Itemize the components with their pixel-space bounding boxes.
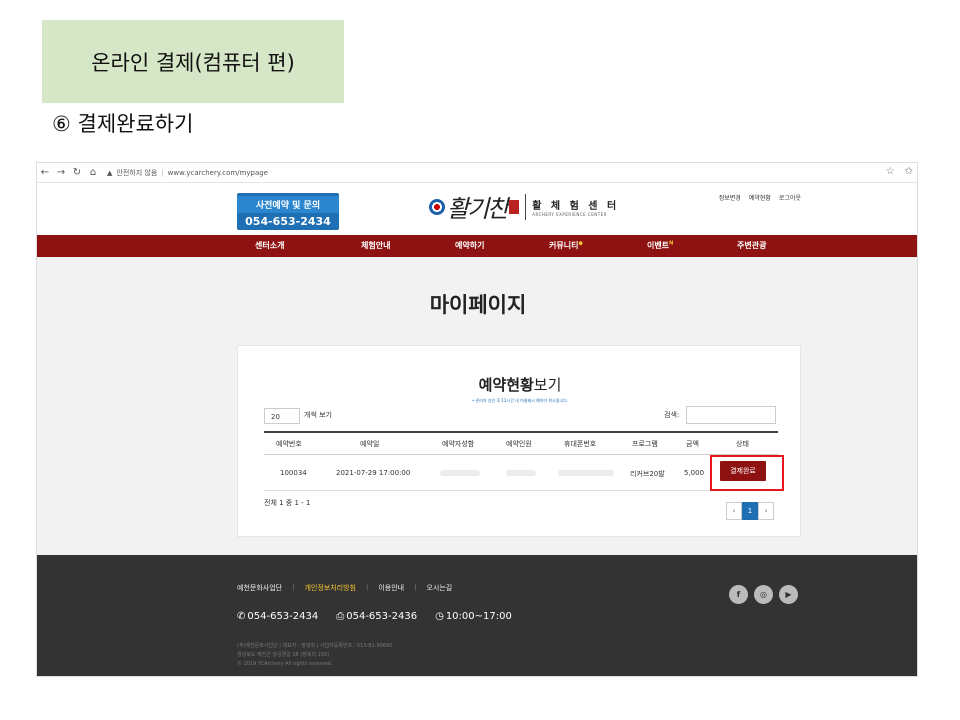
logo-brand: 활 체 험 센 터 ARCHERY EXPERIENCE CENTER [532,197,619,217]
contact-phone: 054-653-2434 [245,215,331,228]
step-caption: ⑥ 결제완료하기 [52,112,194,136]
search-label: 검색: [664,411,680,419]
menu-event[interactable]: 이벤트N [647,240,673,251]
slide: 온라인 결제(컴퓨터 편) ⑥ 결제완료하기 ← → ↻ ⌂ ▲ 안전하지 않음… [0,0,960,720]
prev-page-button[interactable]: ‹ [726,502,742,520]
cell-reservation-date: 2021-07-29 17:00:00 [336,469,411,477]
footer-link-company[interactable]: 예천문화사업단 [237,583,282,593]
browser-screenshot: ← → ↻ ⌂ ▲ 안전하지 않음 | www.ycarchery.com/my… [36,162,918,677]
footer-fax: ⎙ 054-653-2436 [336,611,418,622]
menu-reservation[interactable]: 예약하기 [455,240,484,251]
page-title: 마이페이지 [429,293,527,317]
footer-links: 예천문화사업단 | 개인정보처리방침 | 이용안내 | 오시는길 [237,583,452,593]
col-status: 상태 [736,440,749,448]
facebook-icon[interactable]: f [729,585,748,604]
back-icon[interactable]: ← [37,167,53,178]
footer-link-privacy[interactable]: 개인정보처리방침 [304,583,356,593]
search-input[interactable] [686,406,776,424]
logo-divider [525,193,527,220]
link-reservation-status[interactable]: 예약현황 [749,193,771,202]
slide-title: 온라인 결제(컴퓨터 편) [91,50,295,75]
logo-seal-icon [509,199,520,214]
footer-company-info: (주)예천문화사업단 | 대표자 : 장영희 | 사업자등록번호 : 513-8… [237,643,393,649]
main-menu: 센터소개 체험안내 예약하기 커뮤니티● 이벤트N 주변관광 [37,235,917,257]
youtube-icon[interactable]: ▶ [779,585,798,604]
reservation-title: 예약현황보기 [478,376,562,394]
cell-people-blurred [506,470,536,476]
footer-separator: | [292,583,295,591]
footer-info: (주)예천문화사업단 | 대표자 : 장영희 | 사업자등록번호 : 513-8… [237,642,392,669]
site-header: 사전예약 및 문의 054-653-2434 활기찬 활 체 험 센 터 ARC… [37,183,917,235]
cell-reservation-no: 100034 [280,469,307,477]
link-logout[interactable]: 로그아웃 [779,193,801,202]
pagination: ‹ 1 › [726,502,774,520]
cell-program: 리커브20발 [630,470,665,478]
reservation-note: • 관리자 승인 후 12시간 내 미결제시 예약이 취소됩니다. [471,398,569,403]
footer-separator: | [365,583,369,591]
col-name: 예약자성함 [442,440,475,448]
logo-script: 활기찬 [447,195,509,223]
next-page-button[interactable]: › [758,502,774,520]
instagram-icon[interactable]: ◎ [754,585,773,604]
menu-community[interactable]: 커뮤니티● [549,240,583,251]
link-edit-profile[interactable]: 정보변경 [719,193,741,202]
total-count: 전체 1 중 1 - 1 [264,499,311,507]
archery-target-icon [429,198,445,215]
col-reservation-date: 예약일 [360,440,380,448]
table-header: 예약번호 예약일 예약자성함 예약인원 휴대폰번호 프로그램 금액 상태 [264,431,778,455]
security-label: 안전하지 않음 [116,168,158,177]
col-people: 예약인원 [506,440,532,448]
new-badge-icon: ● [578,240,583,247]
cell-amount: 5,000 [684,469,705,477]
home-icon[interactable]: ⌂ [85,167,101,178]
col-amount: 금액 [686,440,699,448]
fax-icon: ⎙ [336,611,345,622]
menu-nearby-tourism[interactable]: 주변관광 [737,240,766,251]
brand-subtitle: ARCHERY EXPERIENCE CENTER [532,211,607,217]
col-program: 프로그램 [632,440,658,448]
highlight-box [710,455,784,491]
menu-center-intro[interactable]: 센터소개 [255,240,284,251]
footer-link-directions[interactable]: 오시는길 [426,583,452,593]
col-phone: 휴대폰번호 [564,440,597,448]
new-badge-icon: N [669,240,674,247]
address-bar[interactable]: ▲ 안전하지 않음 | www.ycarchery.com/mypage [107,168,268,178]
brand-name: 활 체 험 센 터 [532,200,620,212]
favorites-icon[interactable]: ✩ [905,166,913,177]
social-links: f ◎ ▶ [729,585,798,604]
cell-phone-blurred [558,470,614,476]
col-reservation-no: 예약번호 [276,440,302,448]
per-page-select[interactable]: 20 [264,408,300,424]
site-logo[interactable]: 활기찬 활 체 험 센 터 ARCHERY EXPERIENCE CENTER [429,189,619,224]
footer-copyright: © 2019 YCArchery All rights reserved. [237,661,333,667]
url-separator: | [161,168,164,177]
menu-experience-guide[interactable]: 체험안내 [361,240,390,251]
reload-icon[interactable]: ↻ [69,167,85,178]
footer-separator: | [414,583,417,591]
footer-phone: ✆ 054-653-2434 [237,611,319,622]
footer-address: 경상북도 예천군 양궁경길 38 (청복리 150) [237,652,330,658]
per-page-label: 개씩 보기 [304,411,332,419]
cell-name-blurred [440,470,480,476]
site-footer: 예천문화사업단 | 개인정보처리방침 | 이용안내 | 오시는길 ✆ 054-65… [37,555,917,676]
favorite-add-icon[interactable]: ☆ [886,166,895,177]
contact-title: 사전예약 및 문의 [237,196,339,213]
reservation-table: 예약번호 예약일 예약자성함 예약인원 휴대폰번호 프로그램 금액 상태 100… [264,431,784,491]
slide-title-box: 온라인 결제(컴퓨터 편) [42,20,344,103]
contact-banner[interactable]: 사전예약 및 문의 054-653-2434 [237,193,339,230]
reservation-card: 예약현황보기 • 관리자 승인 후 12시간 내 미결제시 예약이 취소됩니다.… [237,345,801,537]
footer-hours: ◷ 10:00~17:00 [435,611,512,622]
phone-icon: ✆ [237,611,246,622]
table-row: 100034 2021-07-29 17:00:00 리커브20발 5,000 … [264,455,784,491]
clock-icon: ◷ [435,611,444,622]
page-1-button[interactable]: 1 [742,502,758,520]
footer-contacts: ✆ 054-653-2434 ⎙ 054-653-2436 ◷ 10:00~17:00 [237,611,512,622]
warning-icon: ▲ [107,168,113,177]
top-links: 정보변경 예약현황 로그아웃 [719,193,801,202]
forward-icon[interactable]: → [53,167,69,178]
browser-toolbar: ← → ↻ ⌂ ▲ 안전하지 않음 | www.ycarchery.com/my… [37,163,917,183]
url-text: www.ycarchery.com/mypage [167,168,268,177]
footer-link-guide[interactable]: 이용안내 [378,583,404,593]
